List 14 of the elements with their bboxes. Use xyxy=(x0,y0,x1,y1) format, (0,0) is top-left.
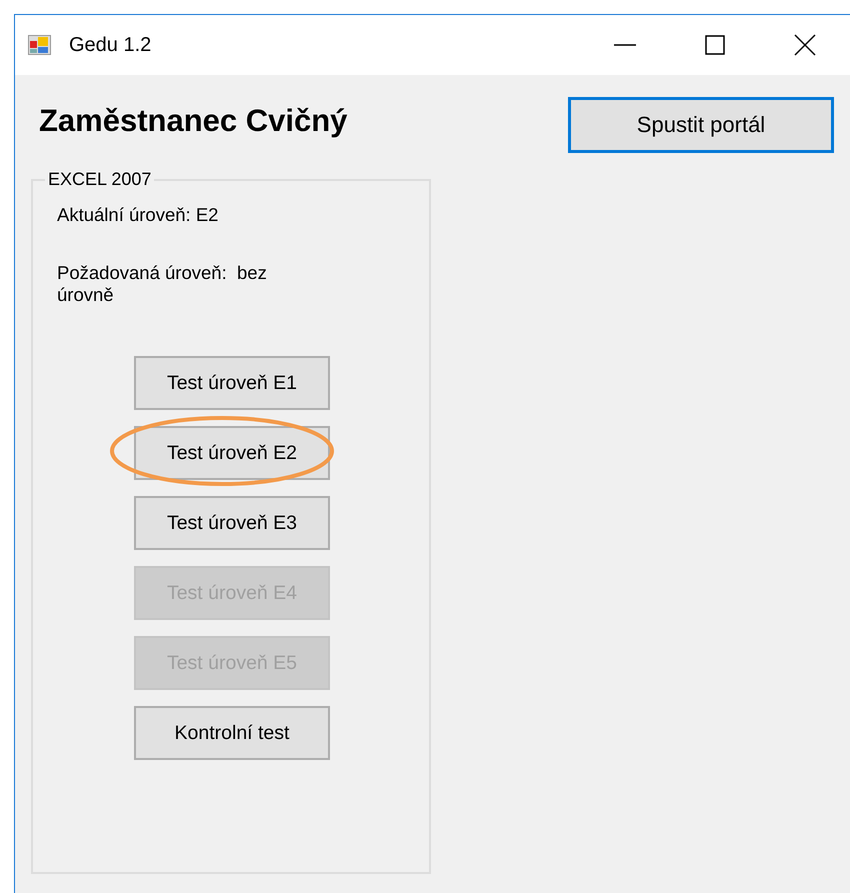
close-icon xyxy=(794,34,816,56)
test-button[interactable]: Test úroveň E3 xyxy=(134,496,330,550)
minimize-icon xyxy=(614,44,636,46)
test-button[interactable]: Kontrolní test xyxy=(134,706,330,760)
level-label: Aktuální úroveň: E2 xyxy=(57,204,220,226)
group-title: EXCEL 2007 xyxy=(47,169,152,190)
employee-name: Zaměstnanec Cvičný xyxy=(39,103,348,139)
test-button[interactable]: Test úroveň E1 xyxy=(134,356,330,410)
level-label: Požadovaná úroveň: bez úrovně xyxy=(57,262,268,306)
app-icon xyxy=(28,35,51,55)
portal-button[interactable]: Spustit portál xyxy=(568,97,834,153)
test-button[interactable]: Test úroveň E2 xyxy=(134,426,330,480)
window-title: Gedu 1.2 xyxy=(69,34,152,56)
maximize-icon xyxy=(705,35,725,55)
